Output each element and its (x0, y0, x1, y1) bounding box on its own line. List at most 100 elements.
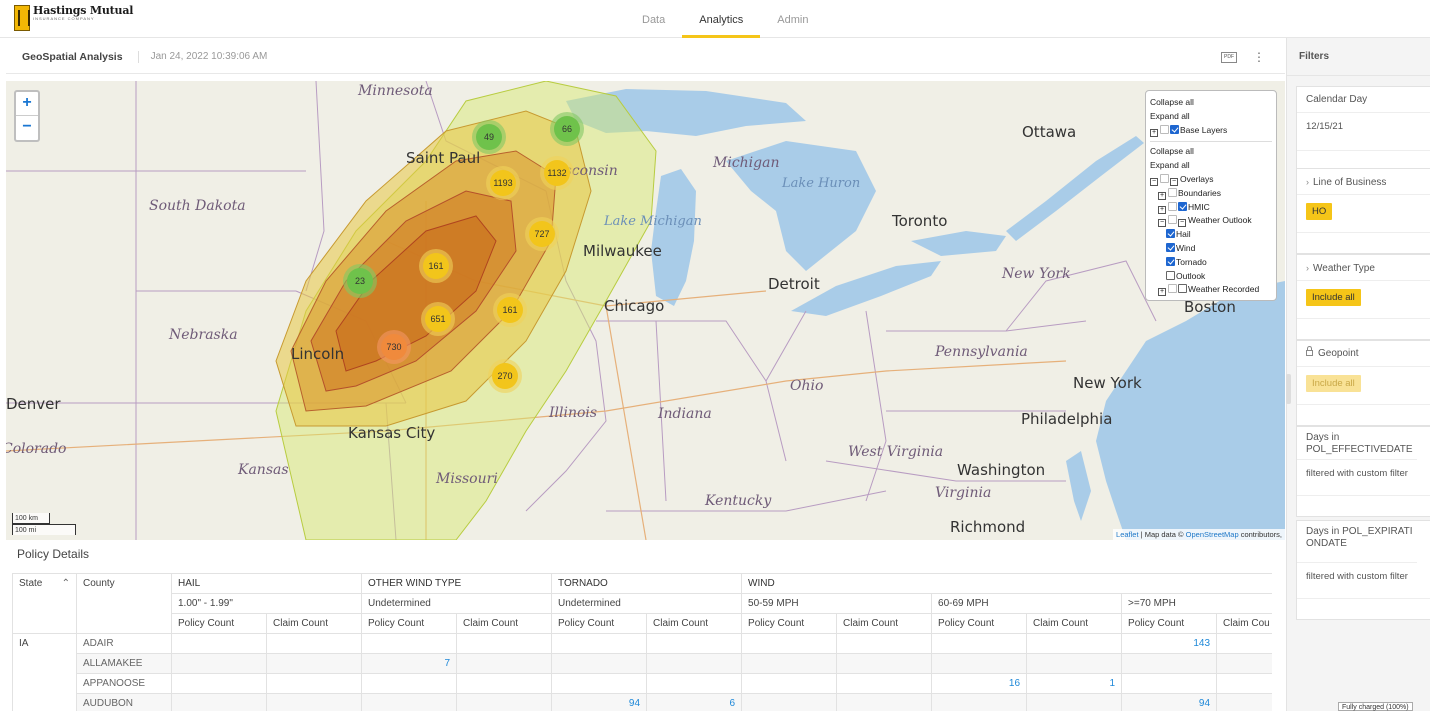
cluster-marker[interactable]: 49 (476, 124, 502, 150)
expand-toggle-icon[interactable]: − (1150, 177, 1158, 186)
overlays-toggle-icon[interactable]: − (1170, 177, 1178, 186)
cluster-marker[interactable]: 727 (529, 221, 555, 247)
chevron-right-icon[interactable]: › (1306, 177, 1309, 187)
map-label-pennsylvania: Pennsylvania (935, 344, 1028, 360)
cluster-marker[interactable]: 730 (381, 334, 407, 360)
cell-count[interactable]: 94 (551, 693, 648, 711)
expand-toggle-icon[interactable]: − (1158, 219, 1166, 228)
column-header-county[interactable]: County (76, 573, 172, 634)
column-header-policy-count[interactable]: Policy Count (741, 613, 838, 634)
cluster-marker[interactable]: 161 (497, 297, 523, 323)
cluster-marker[interactable]: 1193 (490, 170, 516, 196)
expand-toggle-icon[interactable]: + (1150, 128, 1158, 137)
column-header-claim-count[interactable]: Claim Count (1026, 613, 1123, 634)
table-row[interactable]: IA ADAIR 143 (12, 633, 1272, 654)
chevron-right-icon[interactable]: › (1306, 263, 1309, 273)
filter-value[interactable]: 12/15/21 (1297, 113, 1430, 151)
tab-data[interactable]: Data (625, 0, 682, 38)
expand-toggle-icon[interactable]: + (1158, 205, 1166, 214)
cluster-marker[interactable]: 270 (492, 363, 518, 389)
leaflet-link[interactable]: Leaflet (1116, 530, 1139, 539)
cluster-marker[interactable]: 66 (554, 116, 580, 142)
filter-chip[interactable]: HO (1306, 203, 1333, 220)
top-bar: Hastings Mutual INSURANCE COMPANY Data A… (0, 0, 1430, 38)
outlook-checkbox[interactable] (1166, 270, 1175, 280)
filter-value[interactable]: filtered with custom filter (1297, 460, 1430, 496)
cluster-marker[interactable]: 1132 (544, 160, 570, 186)
filter-chip[interactable]: Include all (1306, 289, 1361, 306)
map-label-kansas: Kansas (238, 462, 289, 478)
tab-admin[interactable]: Admin (760, 0, 825, 38)
weather-outlook-toggle-icon[interactable]: − (1178, 219, 1186, 228)
column-header-claim-count[interactable]: Claim Count (836, 613, 933, 634)
filter-calendar-day[interactable]: Calendar Day 12/15/21 (1296, 86, 1430, 172)
weather-recorded-checkbox[interactable] (1178, 284, 1187, 294)
cell-count[interactable]: 16 (931, 673, 1028, 694)
table-row[interactable]: AUDUBON 94 6 94 (12, 693, 1272, 711)
overlays-label: Overlays (1180, 173, 1214, 184)
logo-mark-icon (14, 5, 30, 31)
boundaries-checkbox[interactable] (1168, 187, 1177, 197)
checkbox-icon[interactable] (1160, 173, 1169, 183)
base-expand-all[interactable]: Expand all (1150, 110, 1272, 124)
cell-count[interactable]: 1 (1026, 673, 1123, 694)
company-logo[interactable]: Hastings Mutual INSURANCE COMPANY (14, 5, 133, 31)
column-header-state[interactable]: State ⌃ (12, 573, 77, 634)
cell-count[interactable]: 6 (646, 693, 743, 711)
column-header-claim-count[interactable]: Claim Count (265, 613, 363, 634)
column-header-claim-count[interactable]: Claim Count (646, 613, 743, 634)
filter-weather-type[interactable]: › Weather Type Include all (1296, 254, 1430, 340)
base-layers-checkbox[interactable] (1170, 124, 1179, 134)
cell-count[interactable]: 94 (1121, 693, 1218, 711)
zoom-out-button[interactable]: − (16, 116, 38, 140)
filter-line-of-business[interactable]: › Line of Business HO (1296, 168, 1430, 254)
column-header-policy-count[interactable]: Policy Count (361, 613, 458, 634)
cell-state (12, 653, 77, 674)
wind-checkbox[interactable] (1166, 242, 1175, 252)
osm-link[interactable]: OpenStreetMap (1186, 530, 1239, 539)
policy-table-container[interactable]: State ⌃ County HAIL OTHER WIND TYPE TORN… (12, 573, 1272, 711)
layer-control-panel: Collapse all Expand all + Base Layers Col… (1145, 90, 1277, 301)
map-label-nebraska: Nebraska (169, 327, 238, 343)
checkbox-icon[interactable] (1168, 201, 1177, 211)
panel-resize-handle[interactable] (1286, 374, 1291, 404)
filter-geopoint[interactable]: Geopoint Include all (1296, 340, 1430, 426)
table-row[interactable]: ALLAMAKEE 7 (12, 653, 1272, 674)
geospatial-map[interactable]: Minnesota South Dakota Nebraska Kansas M… (6, 81, 1285, 540)
checkbox-icon[interactable] (1160, 124, 1169, 134)
column-header-claim-count[interactable]: Claim Count (456, 613, 553, 634)
filters-panel: Filters Calendar Day 12/15/21 › Line of B… (1286, 38, 1430, 711)
table-row[interactable]: APPANOOSE 16 1 (12, 673, 1272, 694)
pdf-export-button[interactable]: PDF (1221, 52, 1237, 63)
column-header-policy-count[interactable]: Policy Count (551, 613, 648, 634)
more-options-icon[interactable]: ⋮ (1253, 49, 1265, 65)
column-header-claim-count[interactable]: Claim Cou (1216, 613, 1272, 634)
cell-count[interactable]: 143 (1121, 633, 1218, 654)
overlay-collapse-all[interactable]: Collapse all (1150, 145, 1272, 159)
report-timestamp: Jan 24, 2022 10:39:06 AM (150, 51, 268, 62)
base-collapse-all[interactable]: Collapse all (1150, 96, 1272, 110)
checkbox-icon[interactable] (1168, 215, 1177, 225)
column-header-policy-count[interactable]: Policy Count (171, 613, 267, 634)
hmic-checkbox[interactable] (1178, 201, 1187, 211)
filter-value[interactable]: filtered with custom filter (1297, 563, 1430, 599)
overlay-expand-all[interactable]: Expand all (1150, 159, 1272, 173)
expand-toggle-icon[interactable]: + (1158, 288, 1166, 297)
column-header-policy-count[interactable]: Policy Count (1121, 613, 1218, 634)
column-header-policy-count[interactable]: Policy Count (931, 613, 1028, 634)
filter-expiration-date[interactable]: Days in POL_EXPIRATIONDATE filtered with… (1296, 520, 1430, 620)
cell-count[interactable]: 7 (361, 653, 458, 674)
hail-checkbox[interactable] (1166, 229, 1175, 239)
cluster-marker[interactable]: 651 (425, 306, 451, 332)
sort-up-icon[interactable]: ⌃ (62, 578, 70, 589)
cluster-marker[interactable]: 161 (423, 253, 449, 279)
tornado-checkbox[interactable] (1166, 256, 1175, 266)
zoom-in-button[interactable]: + (16, 92, 38, 116)
filter-effective-date[interactable]: Days in POL_EFFECTIVEDATE filtered with … (1296, 426, 1430, 517)
group-header-other-wind: OTHER WIND TYPE (361, 573, 553, 594)
expand-toggle-icon[interactable]: + (1158, 191, 1166, 200)
cell-county: ADAIR (76, 633, 172, 654)
checkbox-icon[interactable] (1168, 284, 1177, 294)
cluster-marker[interactable]: 23 (347, 268, 373, 294)
tab-analytics[interactable]: Analytics (682, 0, 761, 38)
